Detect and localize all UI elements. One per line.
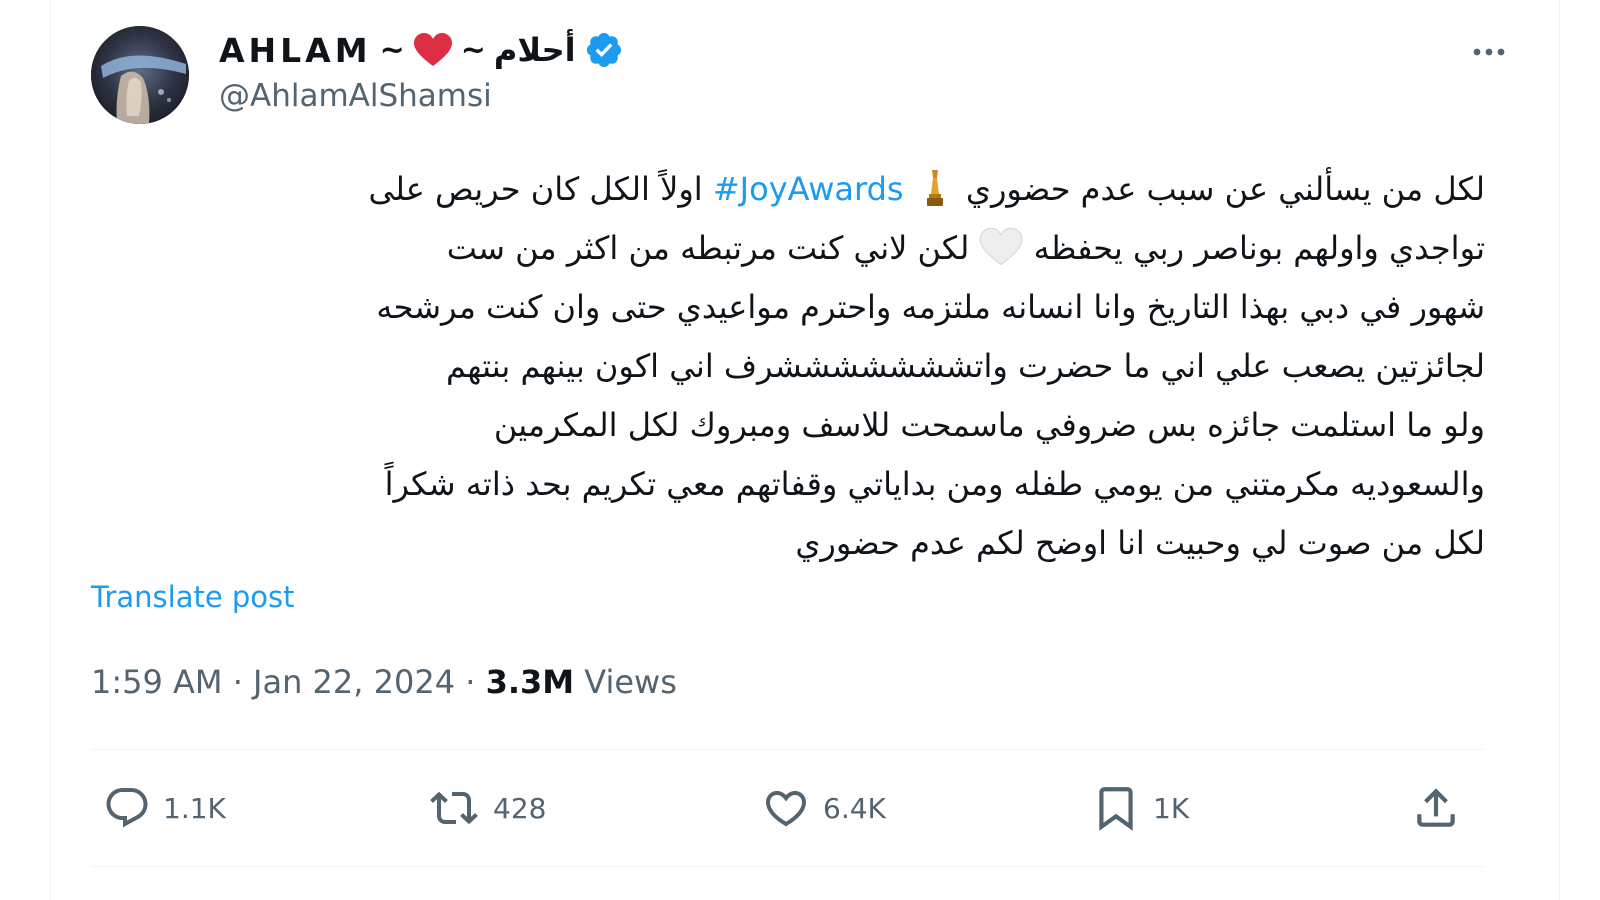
tweet-line-6: والسعوديه مكرمتني من يومي طفله ومن بدايا… (384, 465, 1485, 503)
tweet-line-7: لكل من صوت لي وحبيت انا اوضح لكم عدم حضو… (795, 524, 1485, 562)
author-handle[interactable]: @AhlamAlShamsi (219, 78, 492, 114)
tweet-line-3: شهور في دبي بهذا التاريخ وانا انسانه ملت… (376, 288, 1485, 326)
divider (91, 749, 1483, 750)
hashtag-link[interactable]: #JoyAwards (713, 170, 904, 208)
verified-icon[interactable] (584, 30, 624, 70)
like-icon (765, 791, 807, 827)
repost-button[interactable]: 428 (427, 772, 546, 844)
share-icon (1417, 788, 1455, 827)
tweet-card: AHLAM ~ ~ أحلام @AhlamAlShamsi لكل من يس… (50, 0, 1560, 900)
divider (91, 866, 1483, 867)
reply-button[interactable]: 1.1K (103, 772, 226, 844)
views-count[interactable]: 3.3M (486, 663, 575, 701)
white-heart-emoji-icon (979, 227, 1023, 267)
tweet-text: لكل من يسألني عن سبب عدم حضوري #JoyAward… (93, 160, 1485, 573)
repost-count: 428 (493, 791, 547, 825)
views-label: Views (584, 663, 677, 701)
tweet-time[interactable]: 1:59 AM (91, 663, 223, 701)
avatar[interactable] (91, 26, 189, 124)
tweet-meta: 1:59 AM · Jan 22, 2024 · 3.3M Views (91, 663, 677, 701)
arabic-display-name[interactable]: أحلام (494, 31, 576, 69)
meta-separator: · (465, 663, 476, 701)
tweet-line-4: لجائزتين يصعب علي اني ما حضرت واتششششششش… (446, 347, 1485, 385)
tweet-line-5: ولو ما استلمت جائزه بس ضروفي ماسمحت للاس… (493, 406, 1485, 444)
display-name[interactable]: AHLAM (219, 31, 372, 70)
action-bar: 1.1K 428 6.4K 1K (91, 772, 1483, 844)
tweet-date[interactable]: Jan 22, 2024 (253, 663, 455, 701)
tilde-right: ~ (460, 32, 486, 68)
tweet-text-segment: اولاً الكل كان حريص على (368, 170, 703, 208)
page: AHLAM ~ ~ أحلام @AhlamAlShamsi لكل من يس… (0, 0, 1600, 900)
meta-separator: · (232, 663, 243, 701)
tweet-line-2: تواجدي واولهم بوناصر ربي يحفظه لكن لاني … (93, 219, 1485, 278)
more-icon (1473, 48, 1505, 56)
bookmark-button[interactable]: 1K (1091, 772, 1189, 844)
tweet-text-segment: تواجدي واولهم بوناصر ربي يحفظه (1033, 229, 1485, 267)
tilde-left: ~ (379, 32, 405, 68)
share-button[interactable] (1411, 772, 1461, 844)
reply-count: 1.1K (163, 791, 226, 825)
tweet-text-segment: لكل من يسألني عن سبب عدم حضوري (965, 170, 1485, 208)
tweet-text-segment: لكن لاني كنت مرتبطه من اكثر من ست (446, 229, 970, 267)
like-count: 6.4K (823, 791, 886, 825)
translate-post-link[interactable]: Translate post (91, 580, 295, 614)
trophy-emoji-icon (924, 168, 946, 208)
repost-icon (430, 791, 478, 825)
like-button[interactable]: 6.4K (761, 772, 886, 844)
more-options-button[interactable] (1469, 34, 1509, 70)
tweet-line-1: لكل من يسألني عن سبب عدم حضوري #JoyAward… (93, 160, 1485, 219)
bookmark-count: 1K (1153, 791, 1190, 825)
author-name-row[interactable]: AHLAM ~ ~ أحلام (219, 28, 624, 72)
reply-icon (106, 788, 148, 828)
heart-emoji-icon (413, 33, 453, 67)
bookmark-icon (1099, 787, 1133, 831)
